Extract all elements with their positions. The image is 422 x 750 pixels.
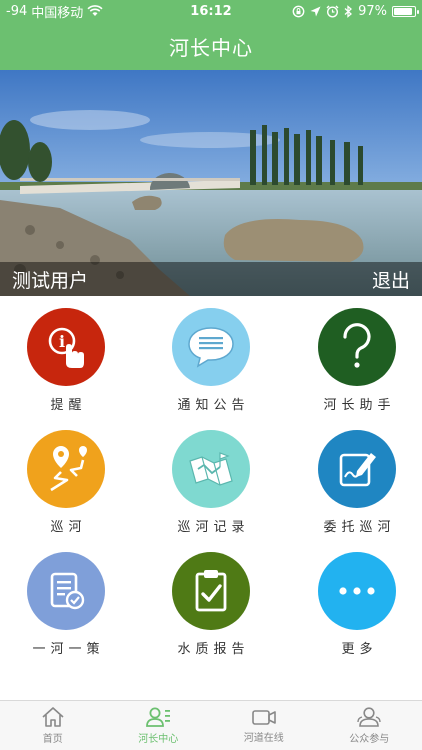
video-camera-icon xyxy=(251,710,276,725)
logout-button[interactable]: 退出 xyxy=(372,266,410,293)
menu-label: 巡河 xyxy=(50,520,87,535)
menu-icon-bg xyxy=(318,308,396,386)
menu-item-patrol-record[interactable]: 巡河记录 xyxy=(141,418,281,538)
menu-label: 提醒 xyxy=(50,398,87,413)
tab-public-participation[interactable]: 公众参与 xyxy=(317,701,422,750)
folded-map-icon xyxy=(189,452,233,486)
edit-note-icon xyxy=(339,453,376,487)
clipboard-check-icon xyxy=(195,570,227,612)
menu-label: 河长助手 xyxy=(323,398,396,413)
menu-icon-bg xyxy=(318,552,396,630)
menu-label: 巡河记录 xyxy=(177,520,250,535)
carrier-name: 中国移动 xyxy=(31,5,84,21)
route-map-icon xyxy=(50,446,87,492)
nav-bar: 河长中心 xyxy=(0,22,422,70)
feature-grid: i 提醒 通知公告 河长助手 巡河 巡河记录 委托巡河 一河一策 水质报告 更多 xyxy=(0,296,422,700)
battery-icon xyxy=(392,5,419,17)
menu-icon-bg xyxy=(172,552,250,630)
menu-icon-bg xyxy=(27,430,105,508)
tab-bar: 首页 河长中心 河道在线 公众参与 xyxy=(0,700,422,750)
battery-percent: 97% xyxy=(358,3,387,19)
wifi-icon xyxy=(87,5,103,16)
checklist-icon xyxy=(50,572,85,610)
tab-river-online[interactable]: 河道在线 xyxy=(211,701,317,750)
user-bar: 测试用户 退出 xyxy=(0,262,422,296)
menu-item-water-report[interactable]: 水质报告 xyxy=(141,540,281,660)
page-title: 河长中心 xyxy=(169,35,253,60)
tab-river-chief-center[interactable]: 河长中心 xyxy=(106,701,212,750)
menu-item-more[interactable]: 更多 xyxy=(287,540,422,660)
battery-fill xyxy=(394,7,412,15)
more-dots-icon xyxy=(339,587,375,595)
menu-item-patrol[interactable]: 巡河 xyxy=(0,418,136,538)
menu-label: 更多 xyxy=(341,642,378,657)
menu-icon-bg xyxy=(318,430,396,508)
rotation-lock-icon xyxy=(292,5,305,17)
alarm-clock-icon xyxy=(326,5,339,18)
tab-label: 河长中心 xyxy=(138,734,179,745)
tab-label: 首页 xyxy=(42,734,63,745)
menu-label: 委托巡河 xyxy=(323,520,396,535)
bluetooth-icon xyxy=(344,4,353,18)
tab-label: 河道在线 xyxy=(243,733,284,744)
menu-icon-bg xyxy=(27,552,105,630)
menu-item-delegate-patrol[interactable]: 委托巡河 xyxy=(287,418,422,538)
user-list-icon xyxy=(146,707,171,727)
status-bar: -94 中国移动 16:12 97% xyxy=(0,0,422,22)
home-icon xyxy=(42,707,64,727)
signal-strength: -94 xyxy=(6,3,28,19)
menu-label: 水质报告 xyxy=(177,642,250,657)
menu-icon-bg xyxy=(172,430,250,508)
menu-icon-bg xyxy=(172,308,250,386)
menu-item-assistant[interactable]: 河长助手 xyxy=(287,296,422,416)
tab-home[interactable]: 首页 xyxy=(0,701,106,750)
tab-label: 公众参与 xyxy=(349,734,390,745)
menu-item-reminder[interactable]: i 提醒 xyxy=(0,296,136,416)
username: 测试用户 xyxy=(12,269,89,292)
banner: 测试用户 退出 xyxy=(0,70,422,296)
people-icon xyxy=(357,707,381,727)
location-arrow-icon xyxy=(310,6,321,16)
menu-item-notice[interactable]: 通知公告 xyxy=(141,296,281,416)
menu-item-river-policy[interactable]: 一河一策 xyxy=(0,540,136,660)
menu-label: 通知公告 xyxy=(177,398,250,413)
status-left: -94 中国移动 xyxy=(6,2,103,21)
status-right: 97% xyxy=(292,3,419,19)
chat-bubble-icon xyxy=(188,327,234,368)
menu-icon-bg: i xyxy=(27,308,105,386)
question-mark-icon xyxy=(343,323,371,368)
menu-label: 一河一策 xyxy=(32,642,105,657)
reminder-hand-icon: i xyxy=(48,327,84,368)
svg-text:i: i xyxy=(59,332,65,351)
